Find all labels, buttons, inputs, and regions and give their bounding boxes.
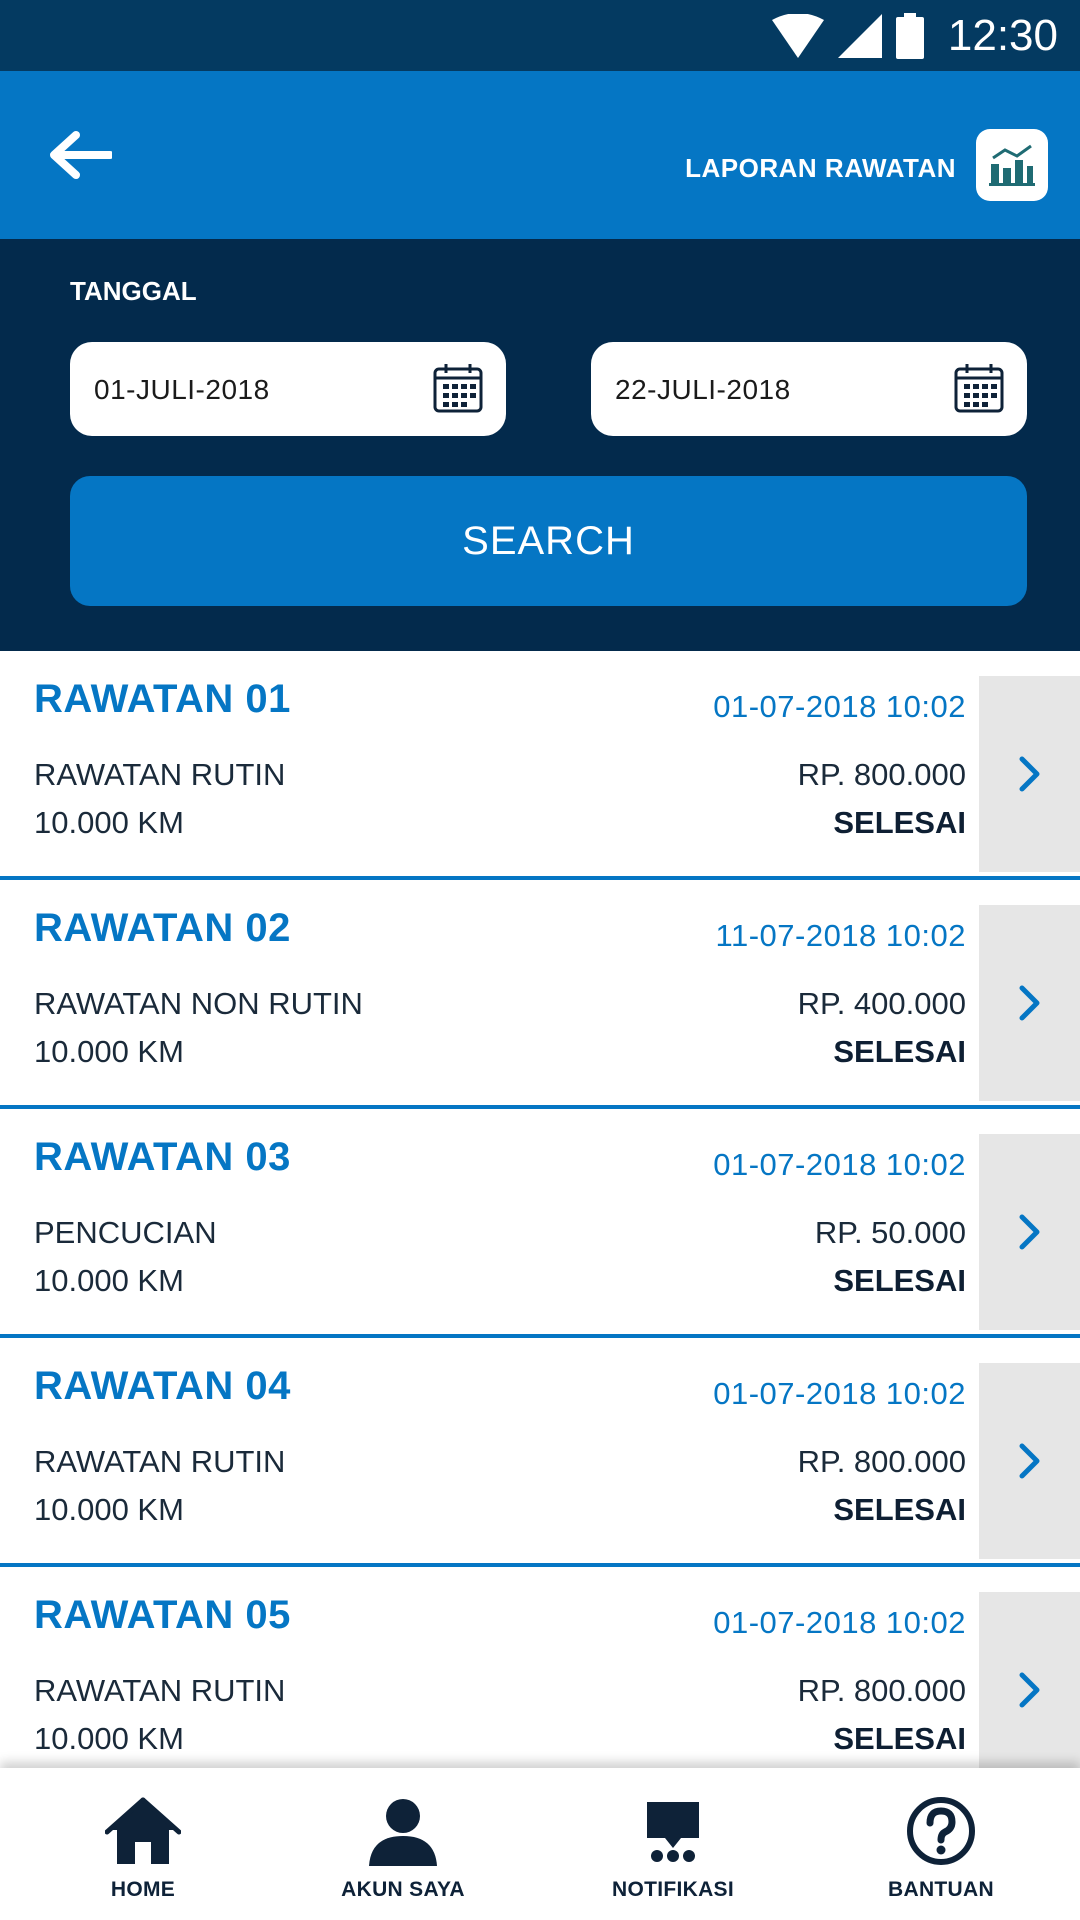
search-button[interactable]: SEARCH <box>70 476 1027 606</box>
chevron-right-icon <box>1019 756 1039 792</box>
record-title: RAWATAN 05 <box>34 1593 291 1637</box>
nav-item-notifications[interactable]: NOTIFIKASI <box>573 1768 773 1920</box>
record-detail-button[interactable] <box>979 905 1080 1101</box>
report-button[interactable] <box>976 129 1048 201</box>
record-type: PENCUCIAN <box>34 1215 217 1250</box>
record-km: 10.000 KM <box>34 1263 184 1298</box>
end-date-field[interactable]: 22-JULI-2018 <box>591 342 1027 436</box>
signal-icon <box>837 14 882 58</box>
bar-chart-icon <box>989 144 1035 186</box>
record-price: RP. 800.000 <box>797 1444 966 1479</box>
record-status: SELESAI <box>833 1492 966 1527</box>
wifi-icon <box>771 14 824 58</box>
list-item[interactable]: RAWATAN 02 11-07-2018 10:02 RAWATAN NON … <box>0 880 1080 1109</box>
record-status: SELESAI <box>833 1721 966 1756</box>
record-type: RAWATAN RUTIN <box>34 1673 286 1708</box>
record-km: 10.000 KM <box>34 805 184 840</box>
nav-label: AKUN SAYA <box>341 1878 465 1901</box>
record-status: SELESAI <box>833 805 966 840</box>
notification-icon <box>633 1794 713 1868</box>
calendar-icon[interactable] <box>953 362 1005 414</box>
nav-label: NOTIFIKASI <box>612 1878 734 1901</box>
end-date-value: 22-JULI-2018 <box>615 374 791 405</box>
record-type: RAWATAN RUTIN <box>34 1444 286 1479</box>
record-price: RP. 50.000 <box>814 1215 966 1250</box>
nav-item-home[interactable]: HOME <box>43 1768 243 1920</box>
chevron-right-icon <box>1019 1443 1039 1479</box>
record-detail-button[interactable] <box>979 676 1080 872</box>
list-item[interactable]: RAWATAN 04 01-07-2018 10:02 RAWATAN RUTI… <box>0 1338 1080 1567</box>
user-icon <box>363 1794 443 1868</box>
bottom-navigation: HOME AKUN SAYA NOTIFIKASI BANTUAN <box>0 1768 1080 1920</box>
back-button[interactable] <box>44 125 116 185</box>
record-title: RAWATAN 01 <box>34 677 291 721</box>
record-datetime: 11-07-2018 10:02 <box>715 918 966 953</box>
list-item[interactable]: RAWATAN 05 01-07-2018 10:02 RAWATAN RUTI… <box>0 1567 1080 1796</box>
record-title: RAWATAN 03 <box>34 1135 291 1179</box>
record-datetime: 01-07-2018 10:02 <box>713 1376 966 1411</box>
start-date-value: 01-JULI-2018 <box>94 374 270 405</box>
list-item[interactable]: RAWATAN 03 01-07-2018 10:02 PENCUCIAN 10… <box>0 1109 1080 1338</box>
help-icon <box>901 1794 981 1868</box>
calendar-icon[interactable] <box>432 362 484 414</box>
battery-icon <box>895 13 924 59</box>
chevron-right-icon <box>1019 1214 1039 1250</box>
home-icon <box>103 1794 183 1868</box>
record-detail-button[interactable] <box>979 1363 1080 1559</box>
record-km: 10.000 KM <box>34 1034 184 1069</box>
date-filter-panel: TANGGAL 01-JULI-2018 22-JULI-2018 SEARCH <box>0 239 1080 651</box>
record-type: RAWATAN NON RUTIN <box>34 986 363 1021</box>
record-status: SELESAI <box>833 1263 966 1298</box>
record-price: RP. 800.000 <box>797 1673 966 1708</box>
nav-item-account[interactable]: AKUN SAYA <box>303 1768 503 1920</box>
record-detail-button[interactable] <box>979 1592 1080 1788</box>
nav-label: BANTUAN <box>888 1878 994 1901</box>
date-filter-label: TANGGAL <box>70 276 197 306</box>
status-bar: 12:30 <box>0 0 1080 71</box>
record-title: RAWATAN 02 <box>34 906 291 950</box>
page-title: LAPORAN RAWATAN <box>685 153 956 183</box>
list-item[interactable]: RAWATAN 01 01-07-2018 10:02 RAWATAN RUTI… <box>0 651 1080 880</box>
chevron-right-icon <box>1019 985 1039 1021</box>
arrow-left-icon <box>50 131 112 179</box>
record-type: RAWATAN RUTIN <box>34 757 286 792</box>
record-detail-button[interactable] <box>979 1134 1080 1330</box>
status-icons: 12:30 <box>771 10 1058 62</box>
app-bar: LAPORAN RAWATAN <box>0 71 1080 239</box>
start-date-field[interactable]: 01-JULI-2018 <box>70 342 506 436</box>
record-price: RP. 800.000 <box>797 757 966 792</box>
record-datetime: 01-07-2018 10:02 <box>713 1147 966 1182</box>
record-datetime: 01-07-2018 10:02 <box>713 1605 966 1640</box>
chevron-right-icon <box>1019 1672 1039 1708</box>
nav-label: HOME <box>110 1878 176 1901</box>
record-title: RAWATAN 04 <box>34 1364 291 1408</box>
status-time: 12:30 <box>947 11 1058 60</box>
record-price: RP. 400.000 <box>797 986 966 1021</box>
nav-item-help[interactable]: BANTUAN <box>841 1768 1041 1920</box>
record-km: 10.000 KM <box>34 1721 184 1756</box>
record-km: 10.000 KM <box>34 1492 184 1527</box>
record-status: SELESAI <box>833 1034 966 1069</box>
record-datetime: 01-07-2018 10:02 <box>713 689 966 724</box>
